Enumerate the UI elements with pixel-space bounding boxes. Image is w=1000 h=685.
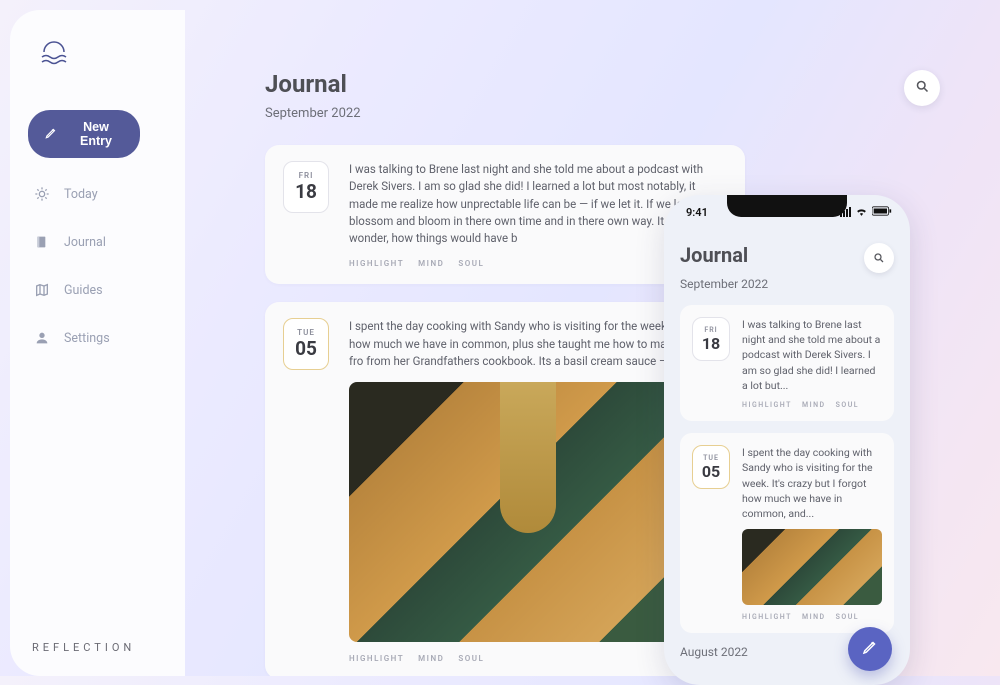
wifi-icon [855, 206, 868, 219]
tag: SOUL [458, 654, 484, 663]
entry-date: FRI 18 [692, 317, 730, 361]
person-icon [34, 330, 50, 346]
page-title: Journal [680, 243, 748, 267]
journal-entry[interactable]: FRI 18 I was talking to Brene last night… [680, 305, 894, 421]
tag: HIGHLIGHT [742, 613, 792, 621]
sidebar-item-label: Guides [64, 283, 103, 298]
phone-notch [727, 195, 847, 217]
tag: SOUL [458, 259, 484, 268]
status-time: 9:41 [686, 206, 708, 219]
tag: SOUL [836, 613, 859, 621]
sidebar: New Entry Today Journal Guides [10, 10, 185, 676]
entry-text: I spent the day cooking with Sandy who i… [742, 445, 882, 521]
tag: MIND [418, 259, 444, 268]
entry-date: TUE 05 [283, 318, 329, 370]
book-icon [34, 234, 50, 250]
tag: SOUL [836, 401, 859, 409]
search-icon [915, 79, 930, 98]
sidebar-item-label: Settings [64, 331, 110, 346]
entry-day: 18 [295, 180, 317, 203]
sidebar-nav: Today Journal Guides Settings [28, 186, 167, 346]
page-title: Journal [265, 70, 361, 98]
battery-icon [872, 206, 892, 219]
pencil-icon [44, 126, 58, 143]
entry-dow: TUE [297, 328, 315, 337]
entry-date: TUE 05 [692, 445, 730, 489]
entry-date: FRI 18 [283, 161, 329, 213]
new-entry-button[interactable]: New Entry [28, 110, 140, 158]
tag: HIGHLIGHT [349, 654, 404, 663]
sidebar-item-guides[interactable]: Guides [34, 282, 167, 298]
tag: MIND [418, 654, 444, 663]
entry-day: 05 [702, 462, 720, 481]
brand-wordmark: REFLECTION [28, 641, 167, 658]
entry-day: 05 [295, 337, 317, 360]
month-heading: September 2022 [680, 277, 894, 291]
mobile-frame: 9:41 Journal September 2022 FR [664, 195, 910, 685]
entry-dow: TUE [703, 454, 719, 462]
sidebar-item-label: Today [64, 187, 98, 202]
entry-dow: FRI [704, 326, 717, 334]
tag: HIGHLIGHT [349, 259, 404, 268]
entry-tags: HIGHLIGHT MIND SOUL [742, 613, 882, 621]
new-entry-fab[interactable] [848, 627, 892, 671]
sun-icon [34, 186, 50, 202]
entry-day: 18 [702, 334, 720, 353]
sidebar-item-settings[interactable]: Settings [34, 330, 167, 346]
pencil-icon [861, 638, 879, 660]
new-entry-label: New Entry [68, 120, 124, 148]
entry-tags: HIGHLIGHT MIND SOUL [742, 401, 882, 409]
journal-entry[interactable]: TUE 05 I spent the day cooking with Sand… [680, 433, 894, 633]
sidebar-item-today[interactable]: Today [34, 186, 167, 202]
sidebar-item-journal[interactable]: Journal [34, 234, 167, 250]
search-button[interactable] [904, 70, 940, 106]
map-icon [34, 282, 50, 298]
entry-dow: FRI [299, 171, 314, 180]
entry-text: I was talking to Brene last night and sh… [742, 317, 882, 393]
entry-image [742, 529, 882, 605]
sidebar-item-label: Journal [64, 235, 106, 250]
tag: MIND [802, 401, 826, 409]
tag: HIGHLIGHT [742, 401, 792, 409]
app-logo [38, 38, 167, 70]
month-heading: September 2022 [265, 106, 361, 121]
search-button[interactable] [864, 243, 894, 273]
tag: MIND [802, 613, 826, 621]
search-icon [873, 249, 885, 268]
